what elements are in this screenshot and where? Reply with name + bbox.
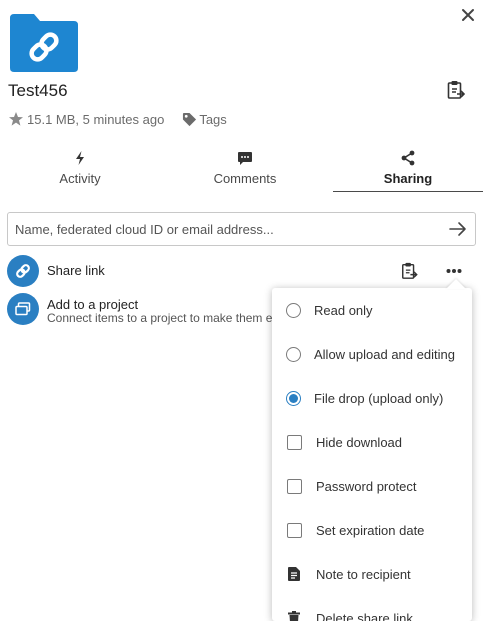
password-protect-checkbox[interactable] (286, 478, 302, 494)
menu-item-label: Allow upload and editing (314, 346, 455, 362)
activity-icon (76, 151, 84, 165)
tab-sharing[interactable]: Sharing (333, 146, 483, 192)
menu-item-label: Note to recipient (316, 566, 411, 582)
share-icon (401, 150, 415, 166)
add-to-project-title[interactable]: Add to a project (47, 297, 138, 312)
tab-activity-label: Activity (59, 171, 101, 186)
set-expiration-date-checkbox[interactable] (286, 522, 302, 538)
project-icon (15, 302, 31, 316)
read-only-radio[interactable] (285, 302, 301, 318)
share-link-options-menu: Read only Allow upload and editing File … (272, 288, 472, 621)
share-link-label: Share link (47, 263, 105, 278)
menu-item-delete-share-link[interactable]: Delete share link (272, 596, 472, 621)
menu-item-label: Password protect (316, 478, 417, 494)
hide-download-checkbox[interactable] (286, 434, 302, 450)
file-drop-radio[interactable] (285, 390, 301, 406)
menu-item-label: Set expiration date (316, 522, 425, 538)
share-submit-button[interactable] (441, 213, 475, 245)
clipboard-icon (402, 262, 418, 279)
more-horizontal-icon (446, 269, 462, 273)
share-search-input[interactable] (8, 213, 441, 245)
menu-item-hide-download[interactable]: Hide download (272, 420, 472, 464)
share-search-box (7, 212, 476, 246)
menu-item-set-expiration-date[interactable]: Set expiration date (272, 508, 472, 552)
file-title: Test456 (8, 81, 68, 100)
comments-icon (238, 152, 252, 165)
sidebar-tabs: Activity Comments Sharing (0, 146, 483, 194)
tab-activity[interactable]: Activity (0, 146, 160, 192)
menu-item-password-protect[interactable]: Password protect (272, 464, 472, 508)
close-icon (462, 9, 474, 21)
clipboard-icon (447, 81, 466, 99)
arrow-right-icon (449, 222, 466, 236)
shared-folder-icon (10, 14, 78, 72)
trash-icon (288, 611, 300, 621)
tab-comments[interactable]: Comments (165, 146, 325, 192)
tags-button[interactable]: Tags (182, 111, 227, 127)
menu-item-file-drop[interactable]: File drop (upload only) (272, 376, 472, 420)
menu-arrow (446, 279, 466, 289)
menu-item-label: File drop (upload only) (314, 390, 444, 406)
add-to-project-description: Connect items to a project to make them … (47, 311, 273, 325)
menu-item-label: Hide download (316, 434, 403, 450)
project-avatar (7, 293, 39, 325)
menu-item-note-to-recipient[interactable]: Note to recipient (272, 552, 472, 596)
menu-item-label: Delete share link (316, 610, 413, 621)
tab-comments-label: Comments (213, 171, 277, 186)
note-icon (288, 567, 300, 581)
copy-link-button[interactable] (447, 80, 466, 100)
file-meta: 15.1 MB, 5 minutes ago Tags (8, 110, 227, 128)
tag-icon (183, 112, 197, 126)
menu-item-label: Read only (314, 302, 373, 318)
tab-sharing-label: Sharing (383, 171, 433, 186)
star-icon[interactable] (8, 111, 24, 127)
tags-label: Tags (199, 111, 227, 127)
menu-item-read-only[interactable]: Read only (272, 288, 472, 332)
menu-item-allow-upload-editing[interactable]: Allow upload and editing (272, 332, 472, 376)
allow-upload-editing-radio[interactable] (285, 346, 301, 362)
link-icon (16, 264, 30, 278)
copy-share-link-button[interactable] (401, 262, 418, 280)
close-button[interactable] (456, 4, 480, 26)
file-size-time: 15.1 MB, 5 minutes ago (27, 111, 165, 127)
share-link-avatar (7, 255, 39, 287)
